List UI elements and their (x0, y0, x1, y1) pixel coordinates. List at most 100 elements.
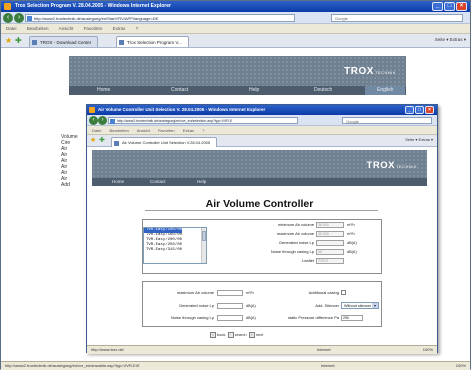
outer-address-bar[interactable]: http://www2.troxtechnik.de/auslegung/en/… (25, 14, 295, 22)
chevron-down-icon[interactable]: ▾ (372, 303, 378, 308)
list-item[interactable]: TVR-Easy/100/00 (144, 228, 183, 233)
additional-casing-label: Additional casing (308, 290, 339, 295)
search-button[interactable]: · (227, 332, 234, 338)
add-favorite-icon[interactable]: ✚ (99, 137, 105, 145)
menu-item[interactable]: ? (202, 128, 204, 133)
inner-tab-row: ★ ✚ Air Volume Controller Unit Selection… (87, 135, 437, 147)
list-item[interactable]: TVR-Easy/315/00 (144, 248, 206, 253)
forward-arrow-icon[interactable]: › (14, 13, 24, 23)
result-value (316, 240, 344, 246)
result-value: 36.000 (316, 231, 344, 237)
inner-status-zoom[interactable]: 100% (423, 346, 433, 354)
pager-next-label[interactable]: next (256, 332, 264, 337)
outer-toolbar-right[interactable]: Seite ▾ Extras ▾ (435, 37, 466, 43)
add-favorite-icon[interactable]: ✚ (15, 37, 22, 45)
menu-item[interactable]: Favoriten (158, 128, 175, 133)
pager-back-label[interactable]: back (217, 332, 225, 337)
inner-status-text: http://www.trox.de/ (91, 347, 124, 352)
logo-text: TROX (344, 66, 374, 77)
input-row: maximum Air volume (145, 290, 214, 296)
tree-item[interactable]: Add (61, 182, 78, 188)
ie-icon (4, 3, 11, 10)
inner-title-bar: Air Volume Controller Unit Selection V. … (87, 105, 437, 115)
scrollbar-thumb[interactable] (202, 231, 206, 241)
back-arrow-icon[interactable]: ‹ (89, 116, 98, 125)
product-tree: Volume Cire Air Air Air Air Air Air Add (61, 134, 78, 188)
tab-page-icon (119, 40, 124, 45)
result-unit: dB(A) (347, 241, 357, 245)
nav-english[interactable]: English (365, 86, 406, 95)
nav-contact[interactable]: Contact (171, 86, 188, 95)
result-label: Noise through casing Lp (270, 249, 314, 254)
pressure-input[interactable]: 250 (341, 315, 363, 321)
inner-status-bar: http://www.trox.de/ Internet 100% (87, 345, 437, 354)
outer-search-box[interactable]: Google (331, 14, 463, 22)
tab-label: Trox Selection Program V... (127, 40, 182, 45)
inner-status-zone: Internet (317, 347, 331, 352)
menu-item[interactable]: Datei (6, 26, 17, 31)
page-title: Air Volume Controller (205, 198, 314, 210)
title-divider (145, 210, 378, 211)
outer-title-bar: Trox Selection Program V. 28.04.2005 - W… (1, 1, 470, 12)
casing-noise-input[interactable] (217, 315, 243, 321)
maximize-button[interactable]: □ (415, 106, 424, 114)
minimize-button[interactable]: _ (432, 2, 443, 11)
input-row: Generated noise Lp (145, 303, 214, 309)
generated-noise-input[interactable] (217, 303, 243, 309)
forward-arrow-icon[interactable]: › (98, 116, 107, 125)
nav-deutsch[interactable]: Deutsch (314, 86, 332, 95)
nav-help[interactable]: Help (249, 86, 259, 95)
pager-search-label[interactable]: search (235, 332, 247, 337)
menu-item[interactable]: Bearbeiten (27, 26, 49, 31)
nav-contact[interactable]: Contact (150, 178, 166, 186)
additional-casing-checkbox[interactable] (341, 290, 346, 295)
tab-air-volume-controller[interactable]: Air Volume Controller Unit Selection V.2… (111, 137, 218, 147)
result-value: TVR-E (316, 258, 344, 264)
outer-window-controls: _ □ × (432, 2, 467, 11)
menu-item[interactable]: Datei (92, 128, 101, 133)
max-air-volume-input[interactable] (217, 290, 243, 296)
back-arrow-icon[interactable]: ‹ (3, 13, 13, 23)
inner-toolbar-right[interactable]: Seite ▾ Extras ▾ (405, 137, 433, 142)
menu-item[interactable]: Favoriten (84, 26, 103, 31)
favorites-star-icon[interactable]: ★ (5, 37, 12, 45)
menu-item[interactable]: ? (136, 26, 139, 31)
listbox-scrollbar[interactable] (201, 228, 206, 263)
menu-item[interactable]: Extras (113, 26, 126, 31)
input-row: Noise through casing Lp (145, 315, 214, 321)
result-row: Generated noise Lp (247, 240, 314, 246)
nav-home[interactable]: Home (97, 86, 110, 95)
input-row: Additional casing (267, 290, 339, 296)
result-unit: m³/h (347, 223, 355, 227)
next-button[interactable]: › (248, 332, 255, 338)
menu-item[interactable]: Extras (183, 128, 194, 133)
back-button[interactable]: ‹ (210, 332, 216, 338)
inner-address-bar[interactable]: http://www2.troxtechnik.de/auslegung/en/… (108, 117, 298, 124)
tab-selection-program[interactable]: Trox Selection Program V... (116, 36, 189, 47)
unit-listbox[interactable]: TVR-Easy/100/00 TVR-Easy/125/00 TVR-Easy… (143, 227, 207, 264)
close-button[interactable]: × (425, 106, 434, 114)
favorites-star-icon[interactable]: ★ (90, 137, 96, 145)
trox-logo: TROXTECHNIK (344, 66, 396, 77)
nav-home[interactable]: Home (112, 178, 124, 186)
maximize-button[interactable]: □ (444, 2, 455, 11)
outer-address-row: ‹ › http://www2.troxtechnik.de/auslegung… (1, 12, 470, 24)
outer-status-text: http://www2.troxtechnik.de/auslegung/en/… (5, 363, 140, 368)
nav-help[interactable]: Help (197, 178, 206, 186)
minimize-button[interactable]: _ (405, 106, 414, 114)
outer-tab-row: ★ ✚ TROX - Download Center Trox Selectio… (1, 34, 470, 48)
close-button[interactable]: × (456, 2, 467, 11)
result-unit: dB(A) (347, 250, 357, 254)
result-value: 36.000 (316, 222, 344, 228)
input-label: Generated noise Lp (178, 303, 214, 308)
inner-search-box[interactable]: Google (342, 117, 432, 124)
outer-menu-bar: Datei Bearbeiten Ansicht Favoriten Extra… (1, 24, 470, 34)
add-silencer-select[interactable]: Without silencer ▾ (341, 302, 379, 309)
menu-item[interactable]: Bearbeiten (109, 128, 128, 133)
menu-item[interactable]: Ansicht (59, 26, 74, 31)
inner-address-row: ‹ › http://www2.troxtechnik.de/auslegung… (87, 115, 437, 126)
tab-download-center[interactable]: TROX - Download Center (29, 36, 99, 47)
site-banner: TROXTECHNIK (69, 56, 406, 86)
menu-item[interactable]: Ansicht (137, 128, 150, 133)
logo-subtext: TECHNIK (374, 70, 396, 75)
